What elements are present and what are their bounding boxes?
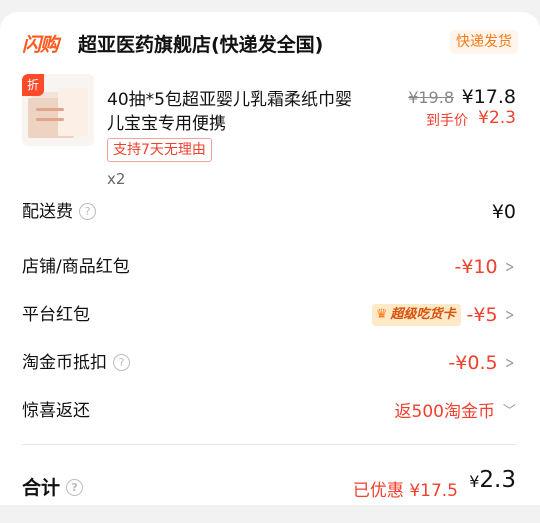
product-quantity: x2: [107, 170, 126, 188]
help-icon[interactable]: ?: [66, 479, 84, 496]
coin-deduction-value: -¥0.5: [448, 352, 498, 374]
divider: [22, 444, 516, 445]
product-thumbnail[interactable]: 折: [22, 74, 94, 146]
shipping-badge: 快递发货: [450, 30, 518, 54]
crown-icon: ♛: [375, 307, 388, 322]
delivery-fee-row: 配送费? ¥0: [22, 197, 516, 227]
product-title[interactable]: 40抽*5包超亚婴儿乳霜柔纸巾婴儿宝宝专用便携: [107, 88, 367, 136]
store-coupon-value: -¥10: [454, 256, 498, 278]
super-foodie-card-badge: ♛ 超级吃货卡: [371, 304, 461, 326]
chevron-right-icon: >: [504, 353, 514, 372]
discount-tag: 折: [22, 74, 44, 96]
final-price: ¥2.3: [478, 108, 516, 128]
coin-deduction-row[interactable]: 淘金币抵扣? -¥0.5 >: [22, 348, 516, 378]
total-label: 合计: [22, 477, 61, 499]
order-card: 闪购 超亚医药旗舰店(快递发全国) 快递发货 折 40抽*5包超亚婴儿乳霜柔纸巾…: [0, 12, 540, 505]
help-icon[interactable]: ?: [113, 354, 130, 371]
original-price: ¥19.8: [408, 88, 454, 107]
platform-coupon-label: 平台红包: [22, 305, 90, 325]
return-policy-tag: 支持7天无理由: [107, 138, 212, 162]
surprise-cashback-value: 返500淘金币: [394, 402, 495, 422]
chevron-right-icon: >: [504, 305, 514, 324]
saved-amount: 已优惠 ¥17.5: [352, 481, 458, 501]
store-header: 闪购 超亚医药旗舰店(快递发全国) 快递发货: [22, 28, 518, 58]
store-coupon-row[interactable]: 店铺/商品红包 -¥10 >: [22, 252, 516, 282]
store-coupon-label: 店铺/商品红包: [22, 257, 130, 277]
total-amount: ¥2.3: [469, 467, 516, 493]
surprise-cashback-row[interactable]: 惊喜返还 返500淘金币 ﹀: [22, 396, 516, 426]
delivery-fee-value: ¥0: [491, 201, 516, 223]
chevron-down-icon: ﹀: [502, 404, 516, 419]
final-price-label: 到手价: [426, 113, 468, 129]
current-price: ¥17.8: [461, 86, 516, 108]
store-name[interactable]: 超亚医药旗舰店(快递发全国): [78, 30, 323, 57]
platform-coupon-row[interactable]: 平台红包 ♛ 超级吃货卡 -¥5 >: [22, 300, 516, 330]
help-icon[interactable]: ?: [79, 203, 96, 220]
delivery-fee-label: 配送费: [22, 202, 73, 222]
flash-purchase-logo: 闪购: [22, 34, 59, 56]
coin-deduction-label: 淘金币抵扣: [22, 353, 107, 373]
chevron-right-icon: >: [504, 257, 514, 276]
surprise-cashback-label: 惊喜返还: [22, 401, 90, 421]
platform-coupon-value: -¥5: [466, 304, 498, 326]
